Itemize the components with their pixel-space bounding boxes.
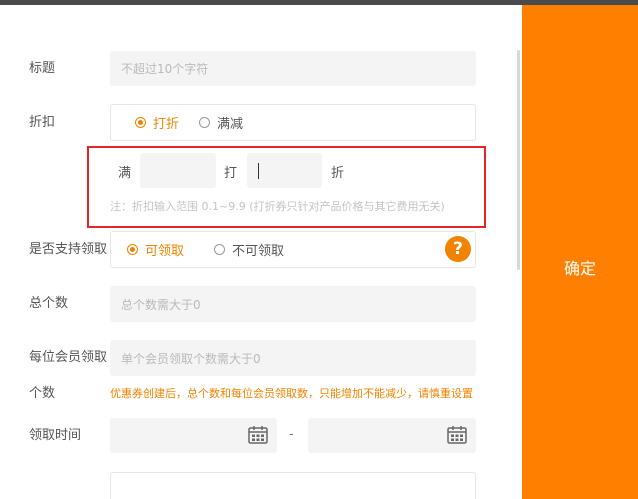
calendar-icon[interactable] — [447, 426, 467, 444]
next-row-field[interactable] — [110, 472, 476, 499]
help-icon[interactable]: ? — [445, 236, 471, 262]
radio-discount-percent[interactable]: 打折 — [135, 113, 179, 132]
discount-hint: 注：折扣输入范围 0.1~9.9 (打折券只针对产品价格与其它费用无关) — [110, 200, 445, 213]
radio-claimable[interactable]: 可领取 — [127, 240, 184, 259]
total-placeholder: 总个数需大于0 — [121, 297, 201, 312]
date-separator: - — [289, 427, 294, 442]
per-member-label-line2: 个数 — [29, 386, 56, 401]
per-member-label: 每位会员领取 — [29, 350, 108, 365]
radio-discount-amount[interactable]: 满减 — [199, 113, 243, 132]
quantity-warning: 优惠券创建后，总个数和每位会员领取数，只能增加不能减少，请慎重设置 — [110, 387, 473, 400]
zhe-label: 折 — [331, 166, 345, 181]
radio-label: 满减 — [217, 117, 244, 132]
total-count-input[interactable]: 总个数需大于0 — [110, 286, 476, 322]
total-label: 总个数 — [29, 296, 69, 311]
radio-dot — [199, 117, 211, 128]
radio-dot — [214, 244, 226, 255]
title-input[interactable]: 不超过10个字符 — [110, 51, 476, 86]
da-label: 打 — [224, 166, 238, 181]
text-cursor — [258, 162, 259, 179]
discount-rate-input[interactable] — [247, 153, 322, 188]
claim-label: 是否支持领取 — [29, 242, 108, 257]
radio-label: 打折 — [153, 117, 180, 132]
radio-not-claimable[interactable]: 不可领取 — [214, 240, 284, 259]
title-placeholder: 不超过10个字符 — [121, 62, 209, 76]
discount-type-group: 打折 满减 — [110, 104, 476, 141]
confirm-panel[interactable]: 确定 — [522, 5, 638, 499]
title-label: 标题 — [29, 61, 56, 76]
claim-time-label: 领取时间 — [29, 428, 82, 443]
confirm-button[interactable]: 确定 — [522, 255, 638, 279]
radio-label: 不可领取 — [232, 244, 285, 259]
scrollbar[interactable] — [517, 50, 520, 270]
man-label: 满 — [118, 166, 132, 181]
discount-label: 折扣 — [29, 115, 56, 130]
radio-label: 可领取 — [145, 244, 185, 259]
claim-option-group: 可领取 不可领取 — [110, 231, 476, 268]
radio-dot — [135, 117, 146, 128]
calendar-icon[interactable] — [248, 426, 268, 444]
radio-dot — [127, 244, 138, 255]
per-member-input[interactable]: 单个会员领取个数需大于0 — [110, 340, 476, 376]
threshold-input[interactable] — [140, 153, 216, 188]
per-member-placeholder: 单个会员领取个数需大于0 — [121, 351, 261, 366]
